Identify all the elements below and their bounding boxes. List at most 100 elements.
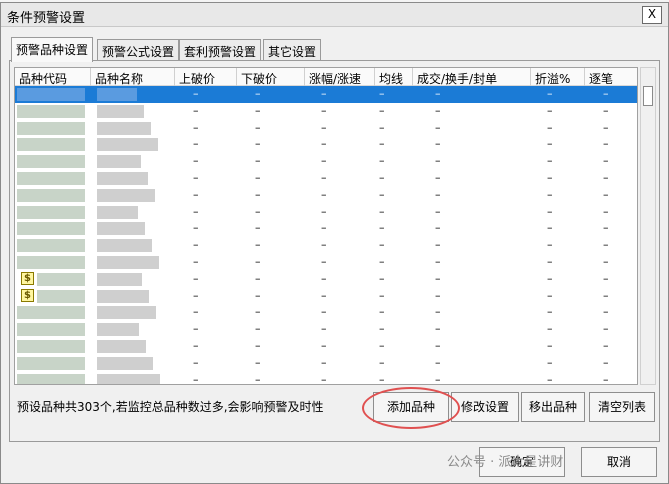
table-row[interactable]: – – – – – – – [15,237,637,254]
dash-cell: – [193,372,199,385]
col-tick[interactable]: 逐笔 [585,68,637,86]
vertical-scrollbar[interactable] [640,67,656,385]
dash-cell: – [435,171,441,184]
col-moving-average[interactable]: 均线 [375,68,413,86]
remove-symbol-button[interactable]: 移出品种 [521,392,585,422]
dollar-icon: $ [21,288,34,302]
list-header: 品种代码 品种名称 上破价 下破价 涨幅/涨速 均线 成交/换手/封单 折溢% … [15,68,637,86]
dash-cell: – [435,372,441,385]
table-row[interactable]: – – – – – – – [15,103,637,120]
table-row[interactable]: $ – – – – – – – [15,288,637,305]
masked-symbol-code [17,306,85,320]
dash-cell: – [321,339,327,352]
dash-cell: – [255,372,261,385]
masked-symbol-code [17,104,85,118]
dash-cell: – [255,87,261,100]
scroll-thumb[interactable] [643,86,653,106]
close-button[interactable]: X [642,6,662,24]
dash-cell: – [379,355,385,369]
dash-cell: – [379,187,385,201]
title-bar[interactable]: 条件预警设置 X [1,3,668,27]
clear-list-button[interactable]: 清空列表 [589,392,655,422]
table-row[interactable]: $ – – – – – – – [15,271,637,288]
dash-cell: – [603,154,609,168]
dash-cell: – [193,154,199,168]
dialog-title: 条件预警设置 [7,11,86,26]
edit-settings-button[interactable]: 修改设置 [451,392,519,422]
table-row[interactable]: – – – – – – – [15,136,637,153]
table-row[interactable]: – – – – – – – [15,321,637,338]
dash-cell: – [321,221,327,235]
dash-cell: – [435,120,441,134]
table-row[interactable]: – – – – – – – [15,355,637,372]
dash-cell: – [547,339,553,352]
dash-cell: – [435,322,441,336]
dash-cell: – [603,288,609,302]
col-lower-break[interactable]: 下破价 [237,68,305,86]
dash-cell: – [547,171,553,184]
dash-cell: – [547,355,553,369]
table-row[interactable]: – – – – – – – [15,220,637,237]
tab-alert-symbols[interactable]: 预警品种设置 [11,37,94,62]
dash-cell: – [547,204,553,218]
table-row[interactable]: – – – – – – – [15,204,637,221]
dash-cell: – [193,255,199,268]
col-upper-break[interactable]: 上破价 [175,68,237,86]
dash-cell: – [379,339,385,352]
dash-cell: – [193,137,199,151]
dash-cell: – [435,288,441,302]
table-row[interactable]: – – – – – – – [15,120,637,137]
cancel-button[interactable]: 取消 [581,447,657,477]
table-row[interactable]: – – – – – – – [15,254,637,271]
masked-symbol-code [17,356,85,370]
dash-cell: – [547,87,553,100]
table-row[interactable]: – – – – – – – [15,153,637,170]
dash-cell: – [321,288,327,302]
dash-cell: – [379,87,385,100]
masked-symbol-code [17,340,85,353]
dash-cell: – [435,255,441,268]
masked-symbol-code [17,256,85,269]
col-symbol-code[interactable]: 品种代码 [15,68,91,86]
dash-cell: – [547,137,553,151]
dash-cell: – [321,171,327,184]
dash-cell: – [193,171,199,184]
masked-symbol-code [17,373,85,384]
masked-symbol-name [97,256,159,269]
masked-symbol-code [37,289,85,303]
table-row[interactable]: – – – – – – – [15,304,637,321]
table-row[interactable]: – – – – – – – [15,86,637,103]
symbol-list[interactable]: 品种代码 品种名称 上破价 下破价 涨幅/涨速 均线 成交/换手/封单 折溢% … [14,67,638,385]
col-symbol-name[interactable]: 品种名称 [91,68,175,86]
dash-cell: – [379,154,385,168]
dash-cell: – [321,238,327,252]
masked-symbol-name [97,340,146,353]
dash-cell: – [379,103,385,117]
masked-symbol-name [97,373,160,384]
dash-cell: – [255,103,261,117]
dash-cell: – [321,137,327,151]
dash-cell: – [547,120,553,134]
col-change-speed[interactable]: 涨幅/涨速 [305,68,375,86]
dash-cell: – [193,204,199,218]
dash-cell: – [255,288,261,302]
table-row[interactable]: – – – – – – – [15,170,637,187]
table-row[interactable]: – – – – – – – [15,187,637,204]
tab-arbitrage-alerts[interactable]: 套利预警设置 [179,39,262,61]
dash-cell: – [321,372,327,385]
tab-other-settings[interactable]: 其它设置 [263,39,322,61]
dash-cell: – [321,103,327,117]
masked-symbol-code [17,205,85,219]
dash-cell: – [255,255,261,268]
table-row[interactable]: – – – – – – – [15,372,637,385]
col-volume-turnover[interactable]: 成交/换手/封单 [413,68,531,86]
dash-cell: – [321,305,327,319]
tab-alert-formulas[interactable]: 预警公式设置 [97,39,180,61]
dash-cell: – [435,305,441,319]
masked-symbol-name [97,104,144,118]
table-row[interactable]: – – – – – – – [15,338,637,355]
col-premium[interactable]: 折溢% [531,68,585,86]
dash-cell: – [255,120,261,134]
dollar-icon: $ [21,271,34,285]
dash-cell: – [255,187,261,201]
